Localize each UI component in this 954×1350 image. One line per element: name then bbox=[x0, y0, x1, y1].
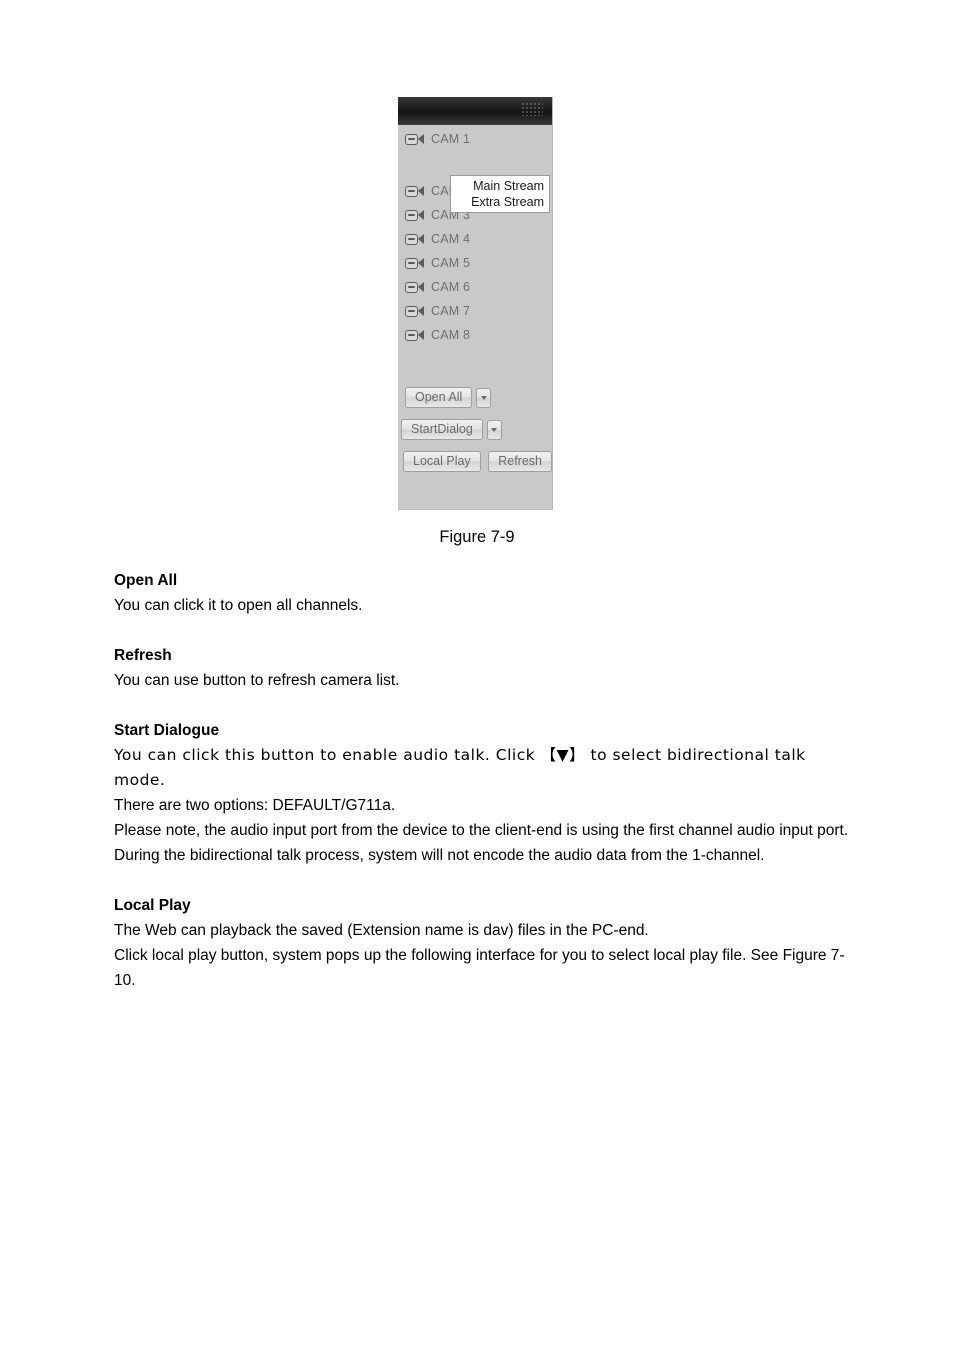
camera-label: CAM 4 bbox=[431, 232, 471, 246]
panel-header-bar[interactable] bbox=[398, 97, 552, 125]
section-heading: Start Dialogue bbox=[114, 722, 220, 739]
section-start-dialogue: Start Dialogue You can click this button… bbox=[114, 718, 854, 868]
drag-grip-dots-icon[interactable] bbox=[521, 102, 543, 116]
menu-item-extra-stream[interactable]: Extra Stream bbox=[451, 194, 549, 210]
camera-icon bbox=[405, 233, 424, 246]
section-paragraph: Click local play button, system pops up … bbox=[114, 947, 845, 989]
section-heading: Open All bbox=[114, 572, 178, 589]
start-dialog-dropdown-button[interactable] bbox=[486, 419, 502, 440]
chevron-down-icon bbox=[480, 395, 487, 400]
camera-list-item[interactable]: CAM 4 bbox=[398, 227, 552, 251]
section-paragraph: The Web can playback the saved (Extensio… bbox=[114, 922, 649, 939]
camera-list-panel: CAM 1 Main Stream Extra Stream CAM 2 CAM… bbox=[398, 97, 553, 510]
camera-icon bbox=[405, 185, 424, 198]
start-dialog-button[interactable]: StartDialog bbox=[401, 419, 483, 440]
section-paragraph: You can use button to refresh camera lis… bbox=[114, 672, 400, 689]
section-local-play: Local Play The Web can playback the save… bbox=[114, 893, 854, 993]
figure-7-9-region: CAM 1 Main Stream Extra Stream CAM 2 CAM… bbox=[0, 0, 954, 546]
camera-list-item[interactable]: CAM 7 bbox=[398, 299, 552, 323]
stream-context-menu: Main Stream Extra Stream bbox=[450, 175, 550, 213]
camera-icon bbox=[405, 133, 424, 146]
section-paragraph: There are two options: DEFAULT/G711a. bbox=[114, 797, 396, 814]
camera-icon bbox=[405, 209, 424, 222]
section-heading: Local Play bbox=[114, 897, 191, 914]
camera-icon bbox=[405, 257, 424, 270]
section-paragraph: Please note, the audio input port from t… bbox=[114, 822, 849, 864]
camera-label: CAM 8 bbox=[431, 328, 471, 342]
refresh-button[interactable]: Refresh bbox=[488, 451, 552, 472]
chevron-down-icon bbox=[491, 427, 498, 432]
section-refresh: Refresh You can use button to refresh ca… bbox=[114, 643, 854, 693]
figure-caption: Figure 7-9 bbox=[439, 528, 515, 546]
section-paragraph: You can click this button to enable audi… bbox=[114, 746, 806, 789]
camera-label: CAM 7 bbox=[431, 304, 471, 318]
camera-list-item[interactable]: CAM 6 bbox=[398, 275, 552, 299]
camera-icon bbox=[405, 305, 424, 318]
camera-icon bbox=[405, 281, 424, 294]
document-body: Open All You can click it to open all ch… bbox=[114, 568, 854, 993]
section-heading: Refresh bbox=[114, 647, 172, 664]
section-paragraph: You can click it to open all channels. bbox=[114, 597, 363, 614]
menu-item-main-stream[interactable]: Main Stream bbox=[451, 178, 549, 194]
panel-button-group: Open All StartDialog Local Play Refresh bbox=[398, 387, 552, 472]
camera-list: CAM 1 Main Stream Extra Stream CAM 2 CAM… bbox=[398, 125, 552, 347]
camera-list-item[interactable]: CAM 8 bbox=[398, 323, 552, 347]
camera-label: CAM 6 bbox=[431, 280, 471, 294]
section-open-all: Open All You can click it to open all ch… bbox=[114, 568, 854, 618]
camera-label: CAM 1 bbox=[431, 132, 471, 146]
open-all-dropdown-button[interactable] bbox=[476, 387, 492, 408]
camera-list-item[interactable]: CAM 1 bbox=[398, 127, 552, 151]
camera-label: CAM 5 bbox=[431, 256, 471, 270]
camera-icon bbox=[405, 329, 424, 342]
camera-list-item[interactable]: CAM 5 bbox=[398, 251, 552, 275]
local-play-button[interactable]: Local Play bbox=[403, 451, 481, 472]
open-all-button[interactable]: Open All bbox=[405, 387, 473, 408]
